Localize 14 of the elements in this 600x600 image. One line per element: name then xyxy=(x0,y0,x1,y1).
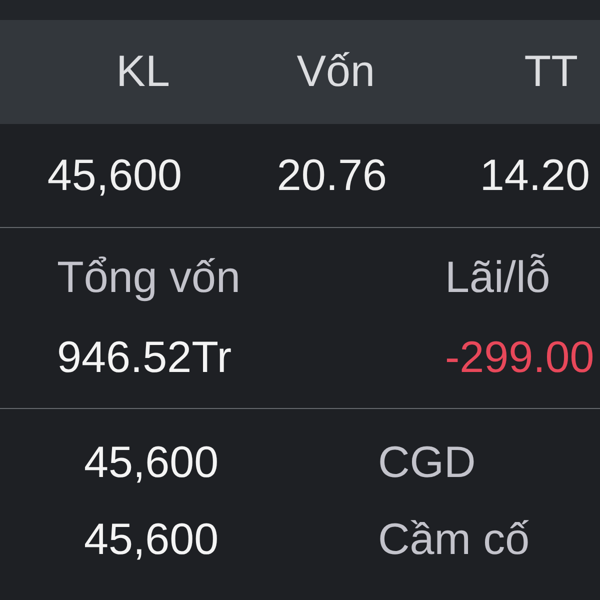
table-cell: 20.76 xyxy=(276,150,387,202)
table-cell: 14.20 xyxy=(480,150,590,202)
holding-label: Cầm cố xyxy=(378,514,530,566)
holding-amount: 45,600 xyxy=(84,437,219,489)
table-cell: 45,600 xyxy=(47,150,182,202)
summary-value: -299.00 xyxy=(445,332,594,384)
column-header: Vốn xyxy=(296,46,375,98)
column-header: KL xyxy=(116,46,170,98)
holding-amount: 45,600 xyxy=(84,514,219,566)
column-header: TT xyxy=(524,46,578,98)
summary-label: Lãi/lỗ xyxy=(445,252,550,304)
holding-label: CGD xyxy=(378,437,476,489)
summary-label: Tổng vốn xyxy=(57,252,240,304)
summary-value: 946.52Tr xyxy=(57,332,232,384)
